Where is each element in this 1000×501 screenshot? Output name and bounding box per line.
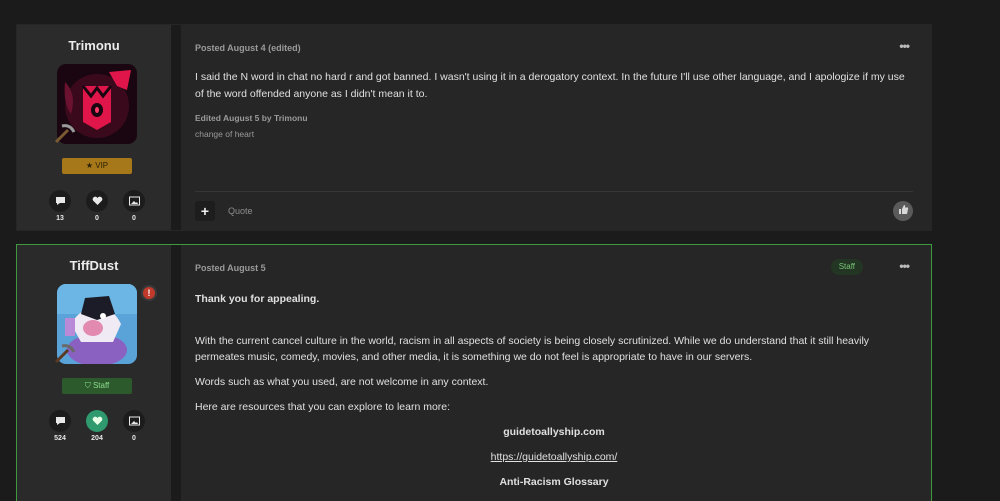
multiquote-button[interactable]: + — [195, 201, 215, 221]
heart-icon — [86, 190, 108, 212]
column-divider — [171, 245, 181, 501]
heart-icon — [86, 410, 108, 432]
pickaxe-icon — [52, 120, 78, 146]
post-content: Posted August 5 Staff ••• Thank you for … — [195, 245, 913, 501]
column-divider — [171, 25, 181, 230]
image-count[interactable]: 0 — [122, 190, 146, 222]
more-options-button[interactable]: ••• — [899, 259, 910, 273]
star-icon: ★ — [85, 161, 94, 170]
warning-badge: ! — [141, 285, 157, 301]
post-meta[interactable]: Posted August 4 (edited) — [195, 43, 301, 53]
quote-button[interactable]: Quote — [228, 206, 253, 216]
image-icon — [123, 190, 145, 212]
greeting-text: Thank you for appealing. — [195, 293, 320, 305]
vip-badge: ★ VIP — [62, 158, 132, 174]
reputation-count[interactable]: 0 — [85, 190, 109, 222]
shield-icon: ⛉ — [84, 381, 91, 390]
post-count[interactable]: 13 — [48, 190, 72, 222]
author-stats: 524 204 0 — [48, 410, 148, 450]
author-name[interactable]: TiffDust — [17, 258, 171, 273]
comment-icon — [49, 410, 71, 432]
image-count[interactable]: 0 — [122, 410, 146, 442]
author-name[interactable]: Trimonu — [17, 38, 171, 53]
author-panel: TiffDust ! ⛉ Staff 524 204 0 — [17, 245, 171, 501]
edited-note: Edited August 5 by Trimonu — [195, 113, 308, 123]
thumbs-up-icon — [898, 202, 909, 220]
footer-divider — [195, 191, 913, 192]
post-meta[interactable]: Posted August 5 — [195, 263, 266, 273]
image-icon — [123, 410, 145, 432]
comment-icon — [49, 190, 71, 212]
post-body: Thank you for appealing. With the curren… — [195, 291, 913, 499]
post-body: I said the N word in chat no hard r and … — [195, 71, 905, 100]
paragraph-1: With the current cancel culture in the w… — [195, 334, 870, 364]
author-panel: Trimonu ★ VIP 13 0 0 — [17, 25, 171, 230]
post-count[interactable]: 524 — [48, 410, 72, 442]
paragraph-2: Words such as what you used, are not wel… — [195, 376, 489, 388]
staff-tag: Staff — [830, 259, 863, 275]
resource-title-2: Anti-Racism Glossary — [499, 476, 609, 488]
reputation-count[interactable]: 204 — [85, 410, 109, 442]
like-button[interactable] — [893, 201, 913, 221]
post-content: Posted August 4 (edited) ••• I said the … — [195, 25, 913, 230]
more-options-button[interactable]: ••• — [899, 39, 910, 53]
post-tiffdust: TiffDust ! ⛉ Staff 524 204 0 Posted Augu… — [16, 244, 932, 501]
edit-reason: change of heart — [195, 129, 255, 139]
paragraph-3: Here are resources that you can explore … — [195, 401, 451, 413]
post-trimonu: Trimonu ★ VIP 13 0 0 Posted August 4 (ed… — [16, 24, 932, 231]
author-stats: 13 0 0 — [48, 190, 148, 230]
pickaxe-icon — [52, 340, 78, 366]
staff-badge: ⛉ Staff — [62, 378, 132, 394]
resource-title-1: guidetoallyship.com — [503, 426, 605, 438]
resource-link-1[interactable]: https://guidetoallyship.com/ — [195, 449, 913, 466]
